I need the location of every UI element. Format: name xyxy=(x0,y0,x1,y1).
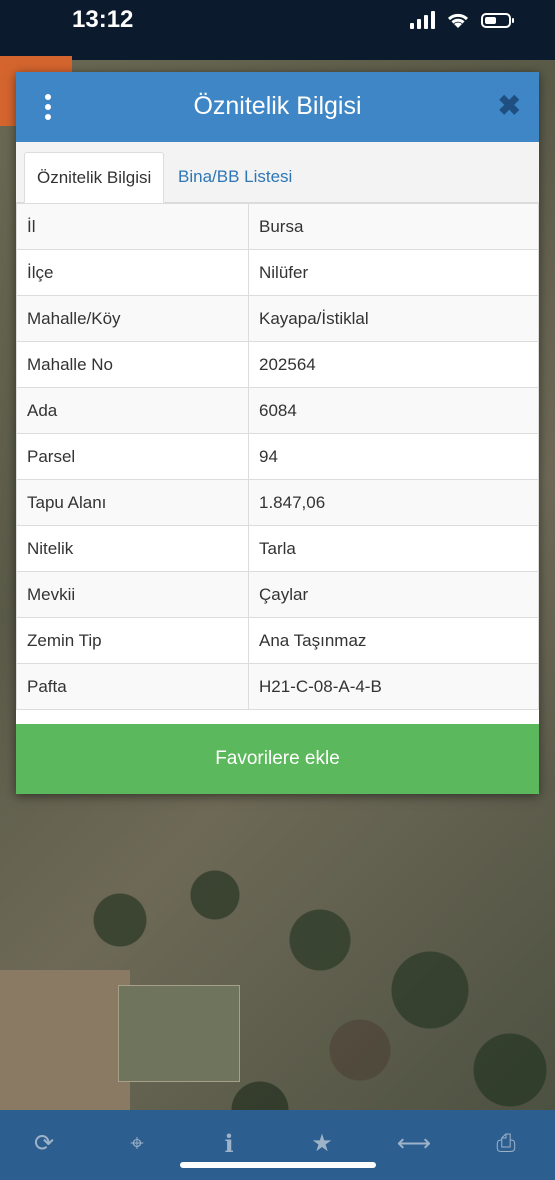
attribute-key: İl xyxy=(16,203,249,250)
locate-icon[interactable]: ⌖ xyxy=(117,1128,157,1160)
tab-bar: Öznitelik Bilgisi Bina/BB Listesi xyxy=(16,142,539,203)
wifi-icon xyxy=(447,13,469,28)
battery-level xyxy=(485,16,496,24)
attribute-value: Kayapa/İstiklal xyxy=(248,295,539,342)
attribute-key: Nitelik xyxy=(16,525,249,572)
refresh-icon[interactable]: ⟳ xyxy=(24,1128,64,1160)
bottom-toolbar: ⟳ ⌖ i ★ ⟷ ⎙ xyxy=(0,1110,555,1180)
attribute-key: Parsel xyxy=(16,433,249,480)
attribute-key: Mahalle/Köy xyxy=(16,295,249,342)
table-row: Mahalle/Köy Kayapa/İstiklal xyxy=(16,295,539,342)
attribute-value: Tarla xyxy=(248,525,539,572)
table-row: Mahalle No 202564 xyxy=(16,341,539,388)
table-row: Pafta H21-C-08-A-4-B xyxy=(16,663,539,710)
table-row: Parsel 94 xyxy=(16,433,539,480)
table-row: Ada 6084 xyxy=(16,387,539,434)
attribute-value: 1.847,06 xyxy=(248,479,539,526)
table-row: İlçe Nilüfer xyxy=(16,249,539,296)
map-field-parcel xyxy=(118,985,240,1082)
attribute-value: 6084 xyxy=(248,387,539,434)
attribute-key: Tapu Alanı xyxy=(16,479,249,526)
attribute-value: 94 xyxy=(248,433,539,480)
attribute-key: Zemin Tip xyxy=(16,617,249,664)
attribute-table: İl Bursa İlçe Nilüfer Mahalle/Köy Kayapa/İsti… xyxy=(16,203,539,710)
tab-building-list[interactable]: Bina/BB Listesi xyxy=(166,152,304,202)
table-row: Tapu Alanı 1.847,06 xyxy=(16,479,539,526)
print-icon[interactable]: ⎙ xyxy=(486,1128,526,1160)
attribute-key: Mevkii xyxy=(16,571,249,618)
table-row: Zemin Tip Ana Taşınmaz xyxy=(16,617,539,664)
status-time: 13:12 xyxy=(72,6,134,33)
attribute-info-dialog: Öznitelik Bilgisi ✖ Öznitelik Bilgisi Bi… xyxy=(16,72,539,794)
attribute-key: İlçe xyxy=(16,249,249,296)
attribute-key: Ada xyxy=(16,387,249,434)
add-to-favorites-button[interactable]: Favorilere ekle xyxy=(16,724,539,794)
map-field xyxy=(0,970,130,1110)
dialog-header: Öznitelik Bilgisi ✖ xyxy=(16,72,539,142)
table-row: Mevkii Çaylar xyxy=(16,571,539,618)
table-row: İl Bursa xyxy=(16,203,539,250)
close-icon[interactable]: ✖ xyxy=(498,92,521,120)
attribute-key: Pafta xyxy=(16,663,249,710)
measure-icon[interactable]: ⟷ xyxy=(394,1128,434,1160)
signal-icon xyxy=(410,11,435,29)
attribute-value: Çaylar xyxy=(248,571,539,618)
attribute-value: Bursa xyxy=(248,203,539,250)
tab-attribute-info[interactable]: Öznitelik Bilgisi xyxy=(24,152,165,203)
attribute-key: Mahalle No xyxy=(16,341,249,388)
star-icon[interactable]: ★ xyxy=(302,1128,342,1160)
table-row: Nitelik Tarla xyxy=(16,525,539,572)
attribute-value: Nilüfer xyxy=(248,249,539,296)
battery-icon xyxy=(481,12,514,28)
attribute-value: H21-C-08-A-4-B xyxy=(248,663,539,710)
status-icons xyxy=(410,10,514,30)
dialog-title: Öznitelik Bilgisi xyxy=(193,92,362,120)
home-indicator xyxy=(180,1162,376,1168)
attribute-value: 202564 xyxy=(248,341,539,388)
attribute-value: Ana Taşınmaz xyxy=(248,617,539,664)
info-icon[interactable]: i xyxy=(209,1128,249,1160)
